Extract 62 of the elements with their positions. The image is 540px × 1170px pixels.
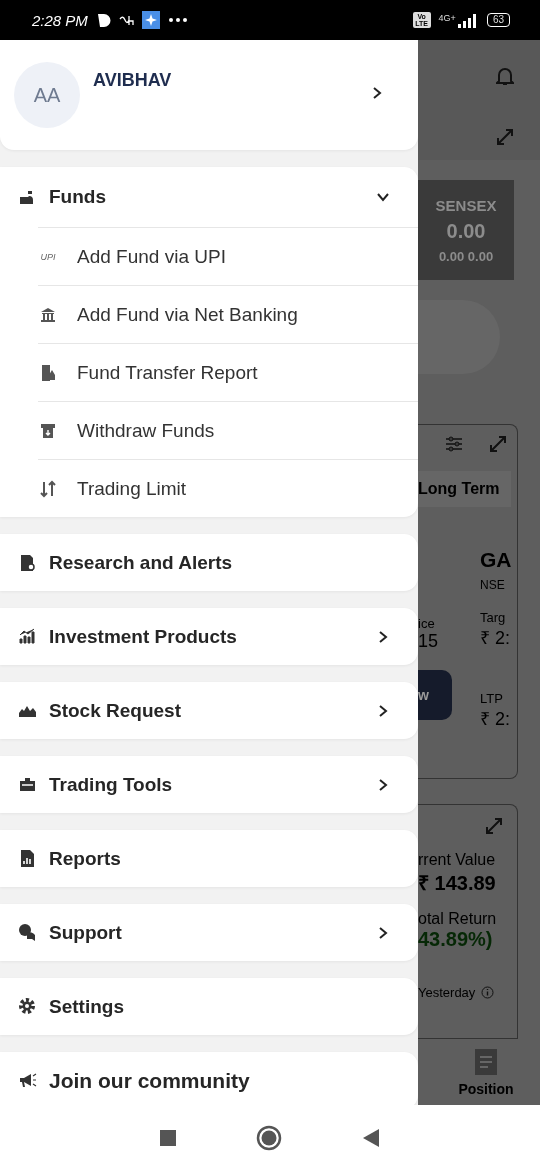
- current-value: ₹ 143.89: [418, 871, 497, 896]
- target-value: ₹ 2:: [480, 627, 511, 649]
- submenu-item[interactable]: Fund Transfer Report: [38, 343, 418, 401]
- price-value: 15: [418, 631, 440, 652]
- info-icon: [481, 986, 495, 999]
- menu-item[interactable]: Settings: [0, 978, 418, 1035]
- signal-icon: [456, 12, 479, 28]
- filter-icon: [445, 435, 463, 453]
- sparkle-icon: [141, 11, 160, 29]
- upi-logo: UPI: [40, 251, 56, 262]
- toolbox-icon: [18, 775, 37, 794]
- target-label: Targ: [480, 610, 507, 625]
- menu-item[interactable]: Research and Alerts: [0, 534, 418, 591]
- menu-item[interactable]: Support: [0, 904, 418, 961]
- bell-icon: [496, 66, 514, 86]
- battery-level: 63: [486, 13, 510, 27]
- network-type: 4G+: [438, 12, 456, 23]
- menu-item[interactable]: Trading Tools: [0, 756, 418, 813]
- total-return-label: otal Return: [418, 910, 498, 928]
- clock-time: 2:28 PM: [32, 11, 88, 29]
- yesterday-label: Yesterday: [418, 985, 476, 1000]
- current-value-label: rrent Value: [418, 851, 497, 869]
- settings-icon: [18, 997, 37, 1016]
- recents-button[interactable]: [160, 1129, 176, 1146]
- menu-item[interactable]: Investment Products: [0, 608, 418, 665]
- index-change: 0.00 0.00: [438, 248, 494, 264]
- profile-name: AVIBHAV: [93, 70, 172, 91]
- report-search-icon: [18, 553, 37, 572]
- profile-card[interactable]: AA AVIBHAV: [0, 40, 418, 150]
- stock-symbol: GA: [480, 548, 512, 573]
- menu-item[interactable]: Stock Request: [0, 682, 418, 739]
- price-label: ice: [418, 616, 436, 631]
- withdraw-icon: [39, 421, 57, 440]
- filter-tab[interactable]: Long Term: [418, 471, 511, 507]
- total-return: 43.89%): [418, 928, 494, 951]
- index-name: SENSEX: [435, 196, 497, 214]
- bank-icon: [39, 305, 57, 324]
- chat-question-icon: [18, 923, 37, 942]
- menu-item[interactable]: Reports: [0, 830, 418, 887]
- app-icon: [118, 14, 134, 26]
- menu-item[interactable]: Funds: [0, 167, 418, 227]
- more-icon: [167, 17, 188, 23]
- menu-item[interactable]: Join our community: [0, 1052, 418, 1105]
- report-icon: [18, 849, 37, 868]
- back-button[interactable]: [362, 1128, 380, 1147]
- index-value: 0.00: [446, 219, 486, 243]
- home-button[interactable]: [256, 1124, 282, 1151]
- document-icon: [39, 363, 57, 382]
- expand-icon: [489, 435, 507, 453]
- megaphone-icon: [18, 1071, 37, 1090]
- expand-icon: [496, 128, 514, 146]
- exchange-label: NSE: [480, 578, 506, 594]
- submenu-item[interactable]: Withdraw Funds: [38, 401, 418, 459]
- avatar-initials: AA: [14, 62, 80, 128]
- app-icon: [95, 12, 111, 28]
- ltp-value: ₹ 2:: [480, 708, 511, 730]
- action-button[interactable]: w: [418, 670, 452, 720]
- ltp-label: LTP: [480, 691, 504, 706]
- chart-icon: [18, 627, 37, 646]
- document-icon: [475, 1049, 497, 1075]
- arrows-icon: [39, 479, 57, 498]
- expand-icon: [485, 817, 503, 835]
